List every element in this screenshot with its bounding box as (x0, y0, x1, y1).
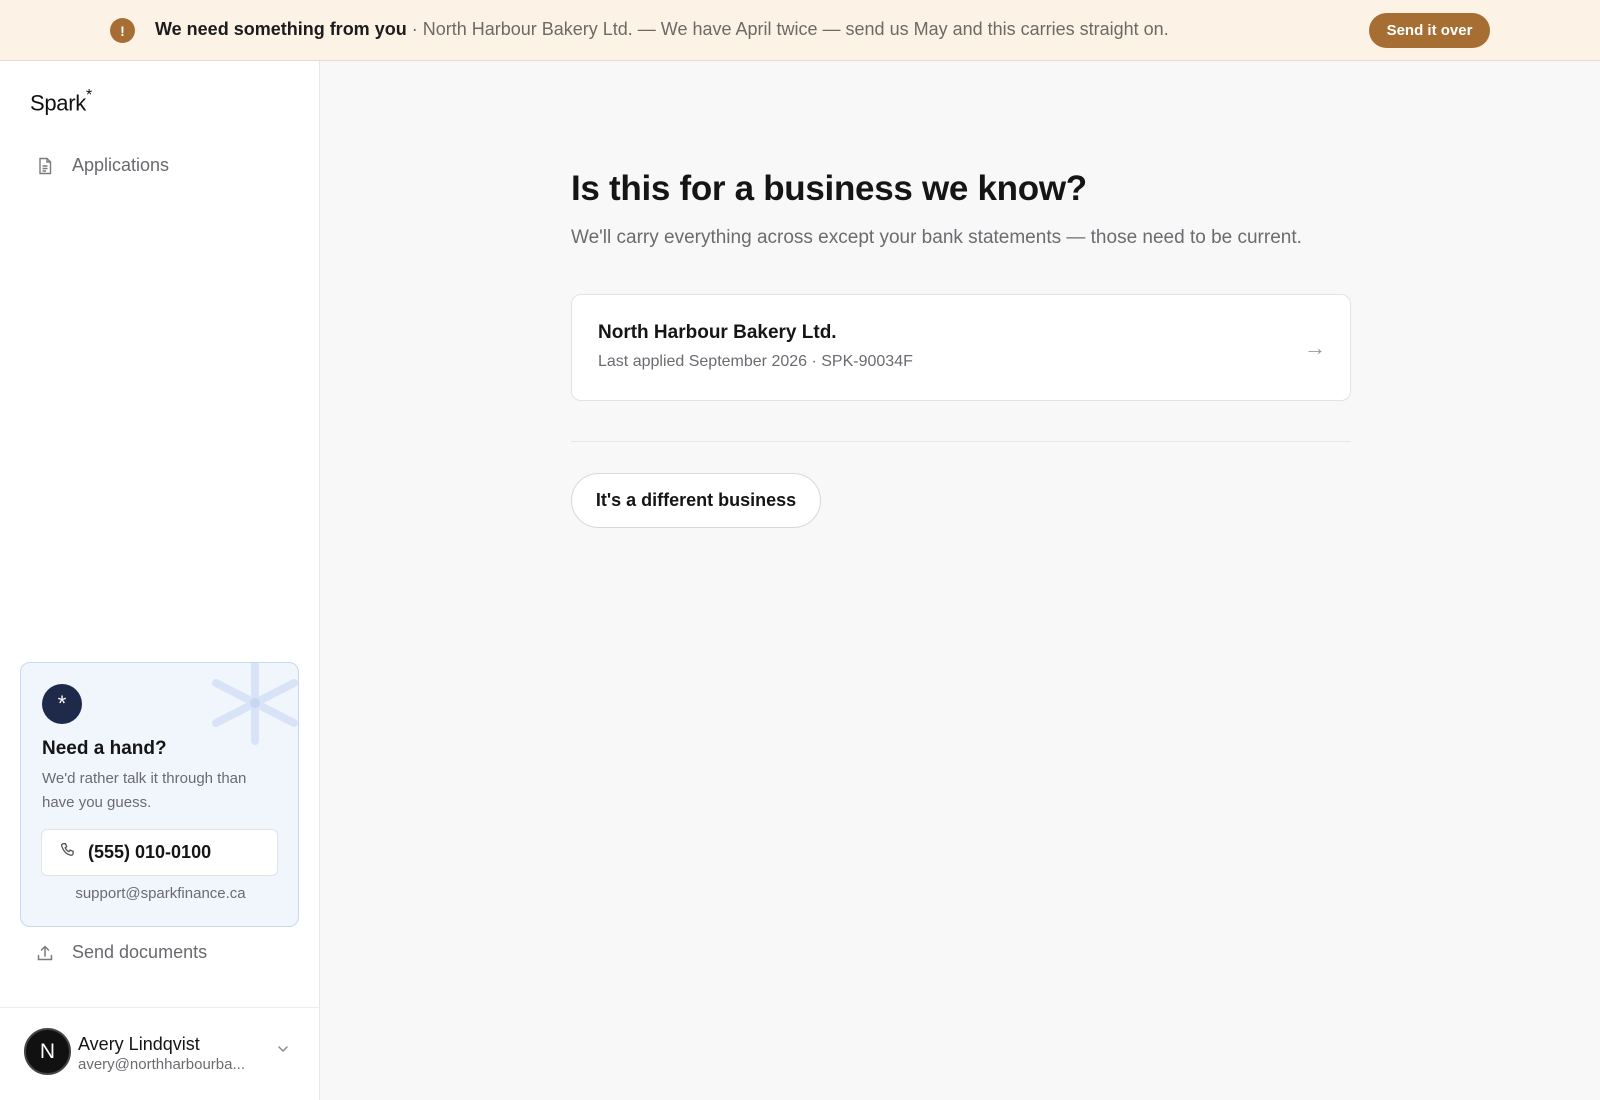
asterisk-decoration-icon (212, 663, 298, 745)
different-business-button[interactable]: It's a different business (571, 473, 821, 528)
main-content: Is this for a business we know? We'll ca… (321, 61, 1600, 1100)
user-menu[interactable]: N Avery Lindqvist avery@northharbourba..… (0, 1007, 320, 1100)
avatar: N (24, 1028, 71, 1075)
send-it-over-button[interactable]: Send it over (1369, 13, 1490, 48)
banner-separator: · (406, 19, 423, 39)
support-email-link[interactable]: support@sparkfinance.ca (21, 885, 298, 902)
notification-banner: ! We need something from you · North Har… (0, 0, 1600, 61)
phone-number: (555) 010-0100 (88, 842, 212, 862)
banner-text: We need something from you · North Harbo… (155, 19, 1169, 40)
sidebar-item-send-documents[interactable]: Send documents (36, 942, 207, 963)
banner-message: North Harbour Bakery Ltd. — We have Apri… (422, 19, 1169, 39)
page-subtitle: We'll carry everything across except you… (571, 227, 1302, 248)
sidebar: Spark* Applications * Need a hand? We'd … (0, 61, 320, 1100)
phone-button[interactable]: (555) 010-0100 (41, 829, 278, 876)
banner-title: We need something from you (155, 19, 407, 39)
help-card: * Need a hand? We'd rather talk it throu… (20, 662, 299, 927)
logo[interactable]: Spark* (30, 87, 92, 116)
chevron-down-icon[interactable] (276, 1042, 290, 1061)
sidebar-item-label: Send documents (72, 942, 208, 962)
logo-mark: * (85, 87, 92, 104)
user-name: Avery Lindqvist (78, 1034, 200, 1054)
user-email: avery@northharbourba... (78, 1056, 245, 1073)
upload-icon (36, 944, 54, 962)
business-name: North Harbour Bakery Ltd. (598, 322, 837, 343)
help-subtitle: We'd rather talk it through than have yo… (42, 770, 247, 811)
help-badge-icon: * (42, 684, 82, 724)
help-title: Need a hand? (42, 738, 167, 759)
arrow-right-icon: → (1304, 335, 1326, 360)
divider (571, 441, 1351, 442)
alert-icon: ! (110, 18, 135, 43)
sidebar-item-applications[interactable]: Applications (36, 155, 169, 176)
document-icon (36, 157, 54, 175)
logo-text: Spark (30, 90, 86, 116)
page-title: Is this for a business we know? (571, 169, 1087, 208)
phone-icon (60, 842, 76, 863)
sidebar-item-label: Applications (72, 155, 170, 175)
business-meta: Last applied September 2026 · SPK-90034F (598, 353, 913, 370)
business-card[interactable]: North Harbour Bakery Ltd. Last applied S… (571, 294, 1351, 401)
